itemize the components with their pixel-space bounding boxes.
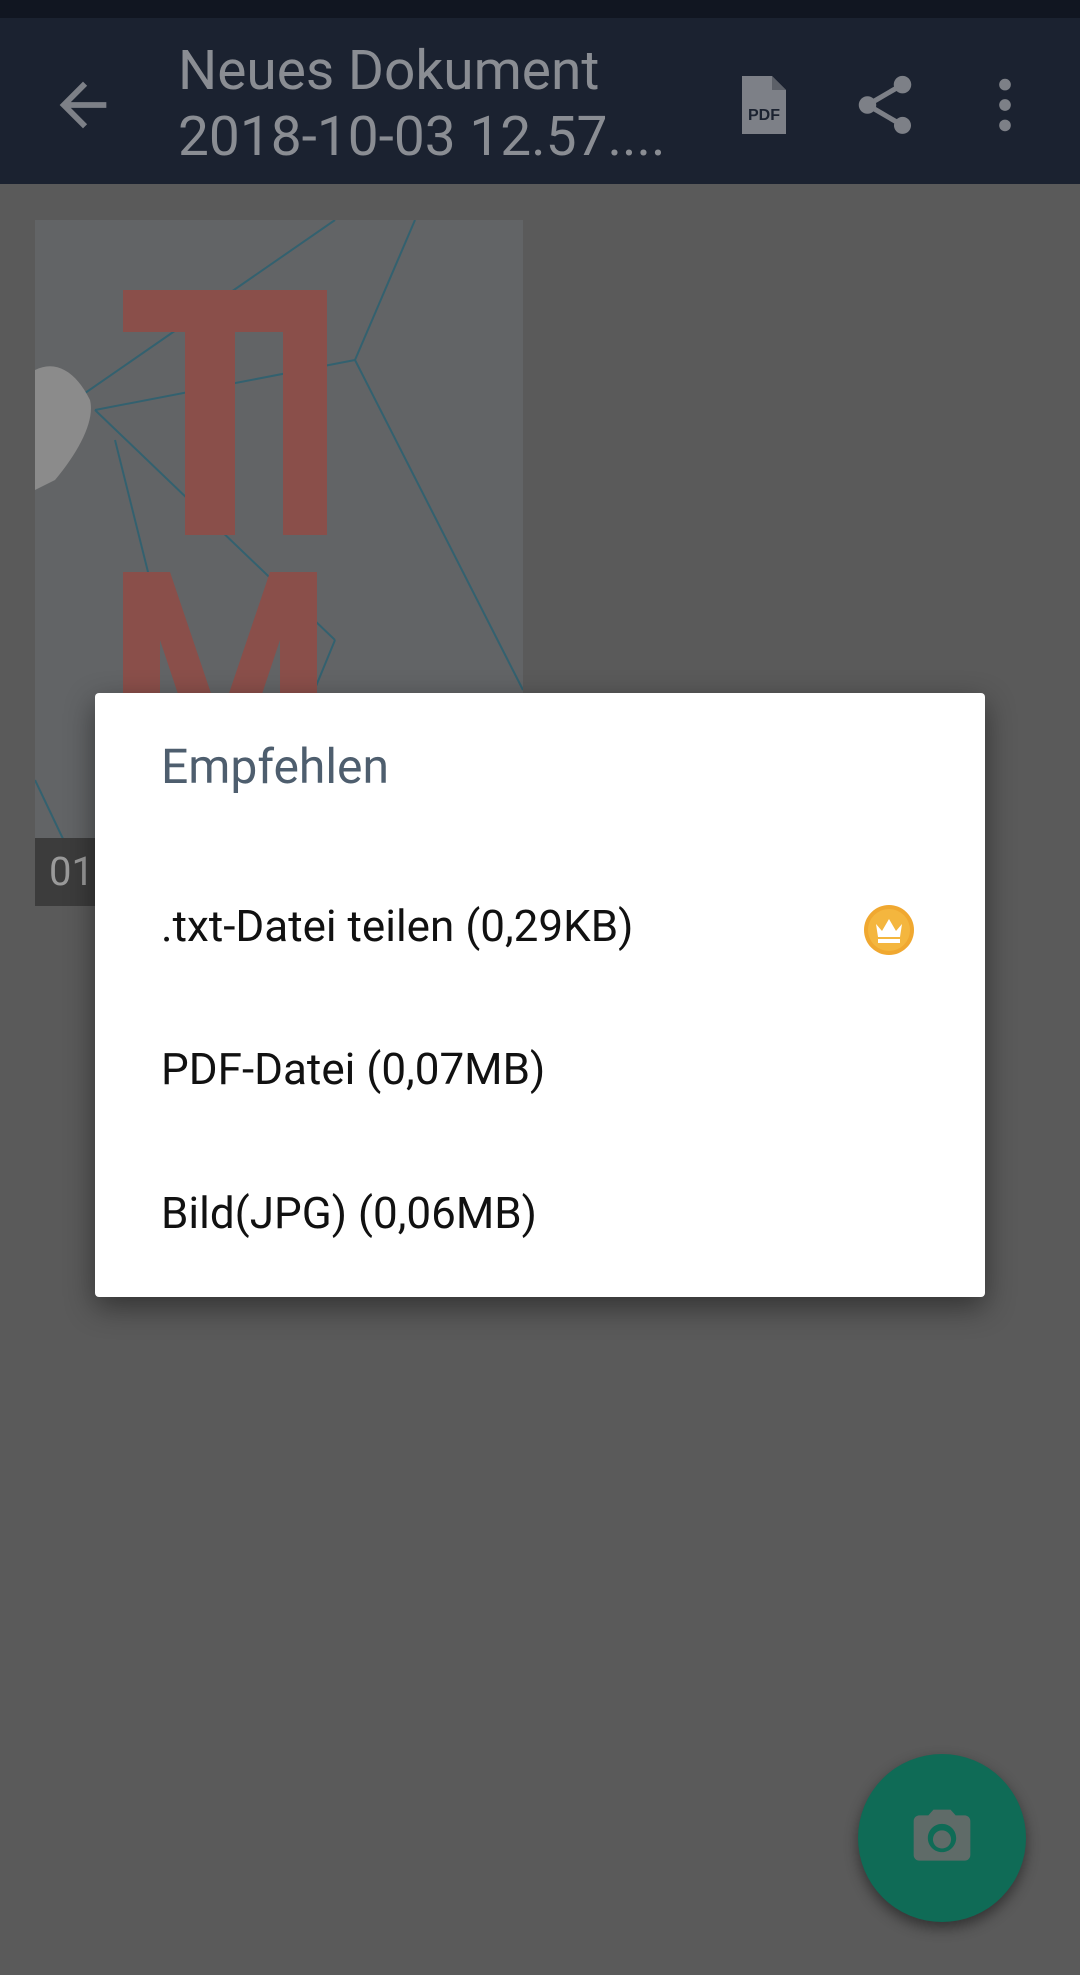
option-share-txt[interactable]: .txt-Datei teilen (0,29KB) [161,866,951,986]
option-pdf-file[interactable]: PDF-Datei (0,07MB) [161,1009,951,1129]
dialog-title: Empfehlen [161,738,389,795]
camera-button[interactable] [858,1754,1026,1922]
crown-icon [864,905,914,955]
option-label: PDF-Datei (0,07MB) [161,1043,546,1095]
option-label: Bild(JPG) (0,06MB) [161,1187,537,1239]
share-dialog: Empfehlen .txt-Datei teilen (0,29KB) PDF… [95,693,985,1297]
camera-icon [913,1809,971,1861]
option-jpg-image[interactable]: Bild(JPG) (0,06MB) [161,1153,951,1273]
option-label: .txt-Datei teilen (0,29KB) [161,900,634,952]
